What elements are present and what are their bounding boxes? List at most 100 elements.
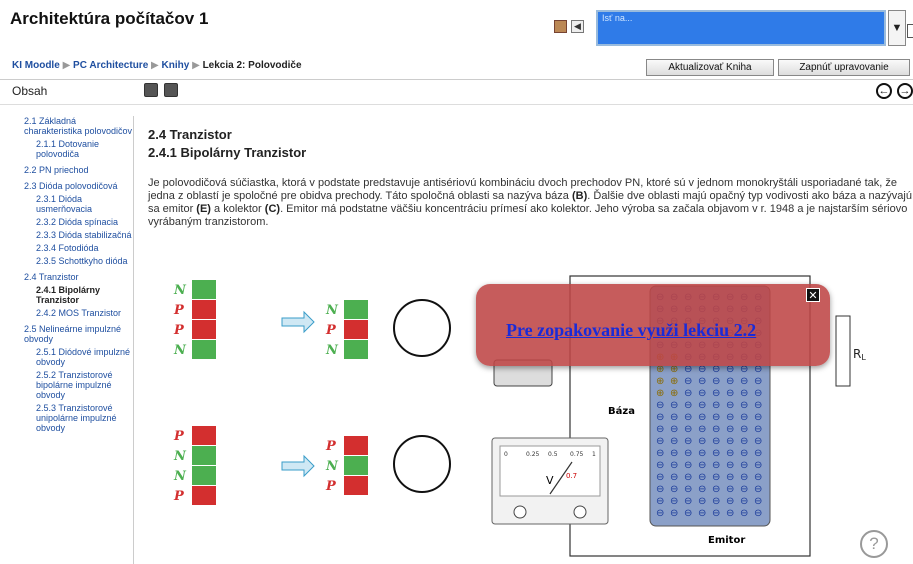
- lesson-link[interactable]: Pre zopakovanie využi lekciu 2.2: [506, 320, 756, 341]
- electron-symbol: ⊖: [656, 400, 664, 411]
- toc-item[interactable]: 2.4 Tranzistor: [24, 272, 133, 282]
- arrow-icon: [281, 310, 315, 334]
- edit-mode-button[interactable]: Zapnúť upravovanie: [778, 59, 910, 76]
- electron-symbol: ⊖: [684, 460, 692, 471]
- electron-symbol: ⊖: [754, 376, 762, 387]
- pnp-pair-letter: N: [173, 449, 187, 464]
- book-tools: [144, 83, 178, 97]
- next-page-icon[interactable]: →: [897, 83, 913, 99]
- electron-symbol: ⊖: [698, 472, 706, 483]
- reminder-popup: Pre zopakovanie využi lekciu 2.2 ✕: [476, 284, 830, 366]
- electron-symbol: ⊖: [726, 460, 734, 471]
- meter-unit: V: [546, 474, 554, 487]
- pnp-transistor-letter: P: [325, 439, 337, 454]
- electron-symbol: ⊖: [754, 508, 762, 519]
- pnp-pair-letter: P: [173, 489, 185, 504]
- toc-item[interactable]: 2.5 Nelineárne impulzné obvody: [24, 324, 133, 344]
- electron-symbol: ⊖: [698, 424, 706, 435]
- electron-symbol: ⊖: [656, 424, 664, 435]
- print-book-icon[interactable]: [144, 83, 158, 97]
- electron-symbol: ⊖: [684, 448, 692, 459]
- breadcrumb-item-moodle[interactable]: KI Moodle: [12, 60, 60, 71]
- window-edge-control[interactable]: [907, 24, 913, 38]
- jump-to-select[interactable]: Isť na...: [596, 10, 886, 46]
- prev-arrow-icon[interactable]: ◀: [571, 20, 584, 33]
- print-chapter-icon[interactable]: [164, 83, 178, 97]
- meter-tick: 0.25: [526, 451, 540, 458]
- electron-symbol: ⊖: [754, 436, 762, 447]
- npn-pair-region: [192, 340, 216, 359]
- update-book-button[interactable]: Aktualizovať Kniha: [646, 59, 774, 76]
- npn-pair-letter: N: [173, 283, 187, 298]
- electron-symbol: ⊖: [726, 484, 734, 495]
- toc-item[interactable]: 2.5.1 Diódové impulzné obvody: [24, 347, 133, 367]
- npn-symbol: [393, 299, 451, 357]
- toc-item[interactable]: 2.3.3 Dióda stabilizačná: [24, 230, 133, 240]
- toc-item[interactable]: 2.3.1 Dióda usmerňovacia: [24, 194, 133, 214]
- toc-item[interactable]: 2.2 PN priechod: [24, 165, 133, 175]
- electron-symbol: ⊖: [740, 376, 748, 387]
- page-title: Architektúra počítačov 1: [10, 9, 209, 28]
- electron-symbol: ⊖: [740, 472, 748, 483]
- npn-pair-letter: N: [173, 343, 187, 358]
- toc-item[interactable]: 2.3.5 Schottkyho dióda: [24, 256, 133, 266]
- text-span: a kolektor: [210, 203, 265, 215]
- electron-symbol: ⊖: [698, 412, 706, 423]
- toc-item[interactable]: 2.3.4 Fotodióda: [24, 243, 133, 253]
- electron-symbol: ⊖: [740, 448, 748, 459]
- electron-symbol: ⊖: [754, 460, 762, 471]
- electron-symbol: ⊖: [726, 496, 734, 507]
- breadcrumb-item-books[interactable]: Knihy: [162, 60, 190, 71]
- image-icon[interactable]: [554, 20, 567, 33]
- electron-symbol: ⊖: [754, 424, 762, 435]
- npn-transistor-letter: P: [325, 323, 337, 338]
- bold-term: (E): [196, 203, 211, 215]
- electron-symbol: ⊖: [712, 436, 720, 447]
- electron-symbol: ⊖: [656, 436, 664, 447]
- electron-symbol: ⊖: [740, 412, 748, 423]
- electron-symbol: ⊖: [740, 484, 748, 495]
- header-icons: ◀: [554, 20, 584, 33]
- electron-symbol: ⊖: [670, 496, 678, 507]
- electron-symbol: ⊖: [684, 496, 692, 507]
- chevron-down-icon[interactable]: ▼: [888, 10, 906, 46]
- electron-symbol: ⊖: [740, 508, 748, 519]
- electron-symbol: ⊖: [684, 412, 692, 423]
- previous-page-icon[interactable]: ←: [876, 83, 892, 99]
- toc-item[interactable]: 2.5.2 Tranzistorové bipolárne impulzné o…: [24, 370, 133, 400]
- hole-symbol: ⊕: [670, 388, 678, 399]
- pnp-transistor-region: [344, 436, 368, 455]
- pnp-transistor-region: [344, 476, 368, 495]
- electron-symbol: ⊖: [670, 424, 678, 435]
- electron-symbol: ⊖: [684, 424, 692, 435]
- npn-transistor-letter: N: [325, 343, 339, 358]
- electron-symbol: ⊖: [726, 472, 734, 483]
- npn-pair-region: [192, 320, 216, 339]
- electron-symbol: ⊖: [754, 472, 762, 483]
- electron-symbol: ⊖: [684, 436, 692, 447]
- electron-symbol: ⊖: [740, 424, 748, 435]
- electron-symbol: ⊖: [670, 400, 678, 411]
- electron-symbol: ⊖: [698, 448, 706, 459]
- electron-symbol: ⊖: [712, 448, 720, 459]
- breadcrumb-item-course[interactable]: PC Architecture: [73, 60, 148, 71]
- help-icon[interactable]: ?: [860, 530, 888, 558]
- toc-item[interactable]: 2.3.2 Dióda spínacia: [24, 217, 133, 227]
- close-icon[interactable]: ✕: [806, 288, 820, 302]
- electron-symbol: ⊖: [684, 400, 692, 411]
- breadcrumb-current: Lekcia 2: Polovodiče: [202, 60, 302, 71]
- electron-symbol: ⊖: [698, 388, 706, 399]
- toc-item[interactable]: 2.1 Základná charakteristika polovodičov: [24, 116, 133, 136]
- toc-item[interactable]: 2.3 Dióda polovodičová: [24, 181, 133, 191]
- toc-item[interactable]: 2.4.1 Bipolárny Tranzistor: [24, 285, 133, 305]
- electron-symbol: ⊖: [726, 424, 734, 435]
- toc-item[interactable]: 2.4.2 MOS Tranzistor: [24, 308, 133, 318]
- toc-item[interactable]: 2.5.3 Tranzistorové unipolárne impulzné …: [24, 403, 133, 433]
- npn-transistor-region: [344, 300, 368, 319]
- toc-item[interactable]: 2.1.1 Dotovanie polovodiča: [24, 139, 133, 159]
- electron-symbol: ⊖: [740, 496, 748, 507]
- electron-symbol: ⊖: [656, 508, 664, 519]
- electron-symbol: ⊖: [656, 472, 664, 483]
- toc-label: Obsah: [12, 84, 48, 98]
- electron-symbol: ⊖: [684, 472, 692, 483]
